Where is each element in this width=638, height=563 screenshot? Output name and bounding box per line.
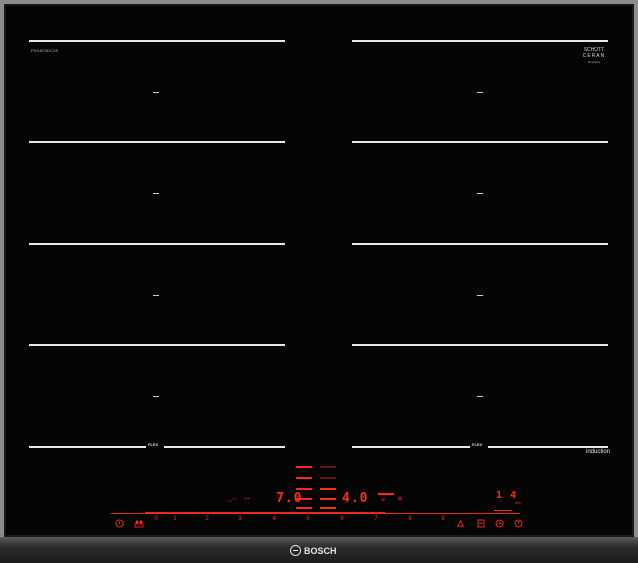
left-zone-line-1	[29, 40, 285, 42]
left-zone-line-2	[29, 141, 285, 143]
flex-zone-label-left: FLEX	[148, 442, 159, 447]
right-indicator-bar	[378, 493, 394, 495]
zone-bar-left-2[interactable]	[296, 477, 312, 479]
brand-name: BOSCH	[304, 545, 337, 556]
left-zone-center-mark-1	[153, 92, 159, 93]
power-icon[interactable]	[115, 515, 124, 533]
power-boost-icon[interactable]: ⌁⌁	[244, 496, 250, 502]
timer-icon[interactable]	[495, 515, 504, 533]
left-zone-line-bottom-b	[164, 446, 285, 448]
induction-label: induction	[586, 449, 611, 455]
keep-warm-icon[interactable]: ≋	[381, 497, 385, 503]
zone-bar-left-1[interactable]	[296, 466, 312, 468]
move-mode-icon[interactable]: ◡◠	[228, 497, 237, 503]
bosch-logo: BOSCH	[290, 545, 337, 556]
timer-indicator-bar	[494, 510, 512, 511]
left-zone-line-bottom-a	[29, 446, 146, 448]
zone-bar-right-5[interactable]	[320, 507, 336, 509]
schott-ceran-mark: SCHOTT CERAN Miniblack	[581, 47, 607, 65]
slider-level-2[interactable]: 2	[205, 516, 208, 522]
frying-sensor-icon[interactable]: ⊠	[398, 496, 402, 502]
left-zone-center-mark-4	[153, 396, 159, 397]
slider-level-1[interactable]: 1	[173, 516, 176, 522]
slider-level-6[interactable]: 6	[340, 516, 343, 522]
timer-display: 1 4	[496, 490, 518, 501]
left-zone-center-mark-3	[153, 295, 159, 296]
slider-level-3[interactable]: 3	[238, 516, 241, 522]
right-zone-center-mark-3	[477, 295, 483, 296]
right-zone-center-mark-1	[477, 92, 483, 93]
clock-icon[interactable]	[514, 515, 523, 533]
power-slider-fill	[145, 512, 385, 514]
zone-bar-right-1[interactable]	[320, 466, 336, 468]
left-zone-center-mark-2	[153, 193, 159, 194]
slider-level-8[interactable]: 8	[408, 516, 411, 522]
right-zone-line-3	[352, 243, 608, 245]
right-zone-line-2	[352, 141, 608, 143]
glass-ceramic-surface	[4, 4, 634, 537]
right-zone-line-bottom-b	[488, 446, 608, 448]
timer-unit-label: min	[515, 500, 522, 505]
zone-bar-right-2[interactable]	[320, 477, 336, 479]
model-code: PXX875DC1E	[31, 48, 59, 53]
wipe-protect-icon[interactable]	[477, 515, 485, 533]
left-zone-line-4	[29, 344, 285, 346]
right-power-display: 4.0	[342, 491, 369, 506]
right-zone-line-bottom-a	[352, 446, 470, 448]
zone-bar-left-5[interactable]	[296, 507, 312, 509]
zone-bar-right-3[interactable]	[320, 488, 336, 490]
slider-level-9[interactable]: 9	[441, 516, 444, 522]
zone-bar-right-4[interactable]	[320, 498, 336, 500]
flex-zone-label-right: FLEX	[472, 442, 483, 447]
zone-bar-left-3[interactable]	[296, 488, 312, 490]
slider-level-7[interactable]: 7	[374, 516, 377, 522]
bosch-armature-icon	[290, 545, 301, 556]
right-zone-center-mark-2	[477, 193, 483, 194]
right-zone-line-4	[352, 344, 608, 346]
slider-level-0[interactable]: 0	[154, 516, 157, 522]
boost-icon[interactable]	[456, 515, 465, 533]
child-lock-icon[interactable]	[134, 515, 144, 533]
right-zone-line-1	[352, 40, 608, 42]
left-zone-line-3	[29, 243, 285, 245]
right-zone-center-mark-4	[477, 396, 483, 397]
left-power-display: 7.0	[276, 491, 303, 506]
slider-level-4[interactable]: 4	[272, 516, 275, 522]
ceran-sub-text: Miniblack	[587, 60, 601, 64]
slider-level-5[interactable]: 5	[306, 516, 309, 522]
